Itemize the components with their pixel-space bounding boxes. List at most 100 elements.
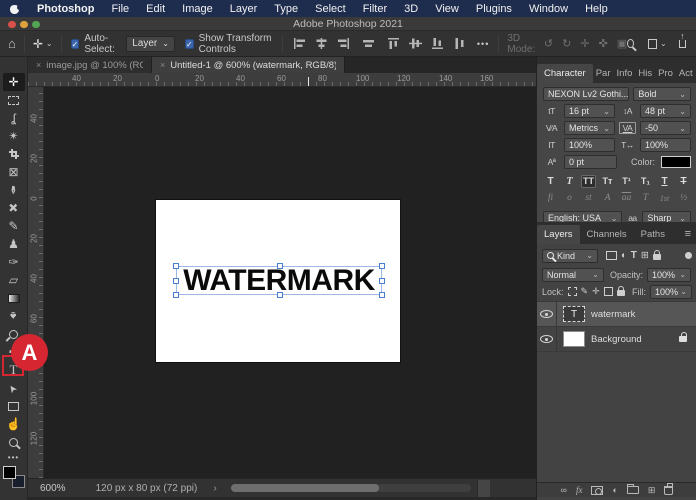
font-style-dropdown[interactable]: Bold ⌄ — [633, 87, 691, 101]
transform-bounding-box[interactable] — [173, 263, 385, 298]
faux-italic-button[interactable]: T — [562, 175, 577, 188]
stylistic-alternates-button[interactable]: aa — [619, 193, 634, 203]
superscript-button[interactable]: T¹ — [619, 175, 634, 188]
menu-file[interactable]: File — [111, 3, 129, 15]
apple-icon[interactable] — [10, 3, 22, 14]
align-top-icon[interactable] — [387, 38, 400, 49]
font-family-dropdown[interactable]: NEXON Lv2 Gothi...⌄ — [543, 87, 630, 101]
visibility-toggle[interactable] — [537, 302, 557, 326]
baseline-shift-field[interactable]: 0 pt — [564, 155, 617, 169]
new-group-icon[interactable] — [626, 484, 639, 494]
visibility-toggle[interactable] — [537, 327, 557, 351]
filter-shape-layers-icon[interactable]: ⊞ — [641, 250, 649, 261]
opacity-field[interactable]: 100% ⌄ — [647, 267, 692, 282]
status-chevron-icon[interactable]: › — [213, 483, 216, 494]
filter-adjustment-layers-icon[interactable]: ◐ — [621, 250, 627, 261]
tab-actions[interactable]: Act — [676, 64, 696, 83]
menu-window[interactable]: Window — [529, 3, 568, 15]
tab-properties[interactable]: Pro — [655, 64, 676, 83]
close-icon[interactable]: × — [160, 60, 165, 70]
vertical-scale-field[interactable]: 100% — [564, 138, 615, 152]
all-caps-button[interactable]: TT — [581, 174, 596, 188]
fill-field[interactable]: 100% ⌄ — [650, 284, 692, 299]
color-swatches[interactable] — [2, 466, 25, 488]
subscript-button[interactable]: T₁ — [638, 175, 653, 188]
auto-select-checkbox[interactable]: ✓ — [70, 38, 80, 49]
tab-paragraph[interactable]: Par — [593, 64, 614, 83]
marquee-tool[interactable] — [3, 91, 25, 109]
horizontal-scale-field[interactable]: 100% — [640, 138, 691, 152]
eyedropper-tool[interactable]: ✒ — [3, 181, 25, 199]
kerning-dropdown[interactable]: Metrics ⌄ — [564, 121, 615, 135]
menu-plugins[interactable]: Plugins — [476, 3, 512, 15]
layer-row-watermark[interactable]: T watermark — [537, 302, 696, 327]
edit-toolbar-button[interactable]: ••• — [3, 451, 25, 463]
share-icon[interactable] — [678, 39, 686, 48]
canvas-viewport[interactable]: WATERMARK — [44, 87, 536, 478]
transform-handle-bottom-right[interactable] — [379, 292, 385, 298]
lock-all-icon[interactable] — [616, 286, 625, 296]
layer-effects-icon[interactable]: fx — [576, 485, 583, 495]
tab-untitled-1[interactable]: × Untitled-1 @ 600% (watermark, RGB/8) * — [152, 57, 345, 73]
layer-row-background[interactable]: Background — [537, 327, 696, 352]
tab-channels[interactable]: Channels — [580, 225, 634, 244]
layer-name[interactable]: watermark — [591, 309, 635, 320]
layer-filter-dropdown[interactable]: Kind ⌄ — [542, 248, 598, 263]
filter-type-layers-icon[interactable]: T — [631, 250, 637, 261]
text-color-swatch[interactable] — [661, 156, 691, 168]
tab-image-jpg[interactable]: × image.jpg @ 100% (RGB/8) — [28, 57, 152, 73]
transform-handle-bottom-left[interactable] — [173, 292, 179, 298]
align-middle-icon[interactable] — [408, 38, 422, 49]
discretionary-ligatures-button[interactable]: st — [581, 193, 596, 203]
tab-paths[interactable]: Paths — [634, 225, 672, 244]
tracking-dropdown[interactable]: -50 ⌄ — [640, 121, 691, 135]
menu-3d[interactable]: 3D — [404, 3, 418, 15]
layer-thumbnail-image[interactable] — [563, 331, 585, 347]
menu-photoshop[interactable]: Photoshop — [37, 3, 94, 15]
lock-transparency-icon[interactable] — [567, 287, 577, 296]
ligatures-button[interactable]: fi — [543, 193, 558, 203]
clone-stamp-tool[interactable]: ♟ — [3, 235, 25, 253]
tab-layers[interactable]: Layers — [537, 225, 580, 244]
zoom-level-field[interactable]: 600% — [40, 483, 66, 494]
menu-layer[interactable]: Layer — [230, 3, 258, 15]
titling-alternates-button[interactable]: T — [638, 193, 653, 203]
contextual-alternates-button[interactable]: o — [562, 193, 577, 203]
swash-button[interactable]: A — [600, 193, 615, 203]
transform-handle-top-center[interactable] — [277, 263, 283, 269]
horizontal-scrollbar-thumb[interactable] — [230, 484, 379, 492]
link-layers-icon[interactable]: ∞ — [561, 485, 567, 495]
more-options-icon[interactable]: ••• — [477, 39, 489, 49]
strikethrough-button[interactable]: T — [676, 175, 691, 188]
menu-help[interactable]: Help — [585, 3, 608, 15]
layer-name[interactable]: Background — [591, 334, 642, 345]
lasso-tool[interactable]: ʆ — [3, 109, 25, 127]
transform-handle-middle-left[interactable] — [173, 278, 179, 284]
lock-artboard-icon[interactable] — [603, 287, 613, 296]
menu-image[interactable]: Image — [182, 3, 213, 15]
small-caps-button[interactable]: Tᴛ — [600, 175, 615, 188]
gradient-tool[interactable] — [3, 289, 25, 307]
filter-smart-objects-icon[interactable] — [652, 250, 661, 260]
frame-tool[interactable]: ⊠ — [3, 163, 25, 181]
delete-layer-icon[interactable] — [664, 482, 674, 495]
menu-select[interactable]: Select — [315, 3, 346, 15]
adjustment-layer-icon[interactable]: ◐ — [612, 485, 617, 495]
history-brush-tool[interactable]: ✑ — [3, 253, 25, 271]
horizontal-ruler[interactable]: 40 20 0 20 40 60 80 100 120 140 160 — [28, 73, 536, 87]
eraser-tool[interactable]: ▱ — [3, 271, 25, 289]
layer-mask-icon[interactable] — [591, 485, 604, 495]
filter-toggle[interactable] — [685, 252, 692, 259]
horizontal-scrollbar[interactable] — [230, 484, 471, 492]
faux-bold-button[interactable]: T — [543, 175, 558, 188]
transform-handle-bottom-center[interactable] — [277, 292, 283, 298]
new-layer-icon[interactable]: ⊞ — [648, 485, 656, 496]
underline-button[interactable]: T — [657, 175, 672, 188]
home-icon[interactable]: ⌂ — [8, 36, 16, 51]
fractions-button[interactable]: ½ — [676, 193, 691, 203]
crop-tool[interactable] — [3, 145, 25, 163]
align-right-icon[interactable] — [337, 38, 350, 49]
auto-select-target-dropdown[interactable]: Layer ⌄ — [126, 35, 175, 52]
lock-pixels-icon[interactable]: ✎ — [581, 286, 589, 297]
tab-character[interactable]: Character — [537, 64, 593, 83]
